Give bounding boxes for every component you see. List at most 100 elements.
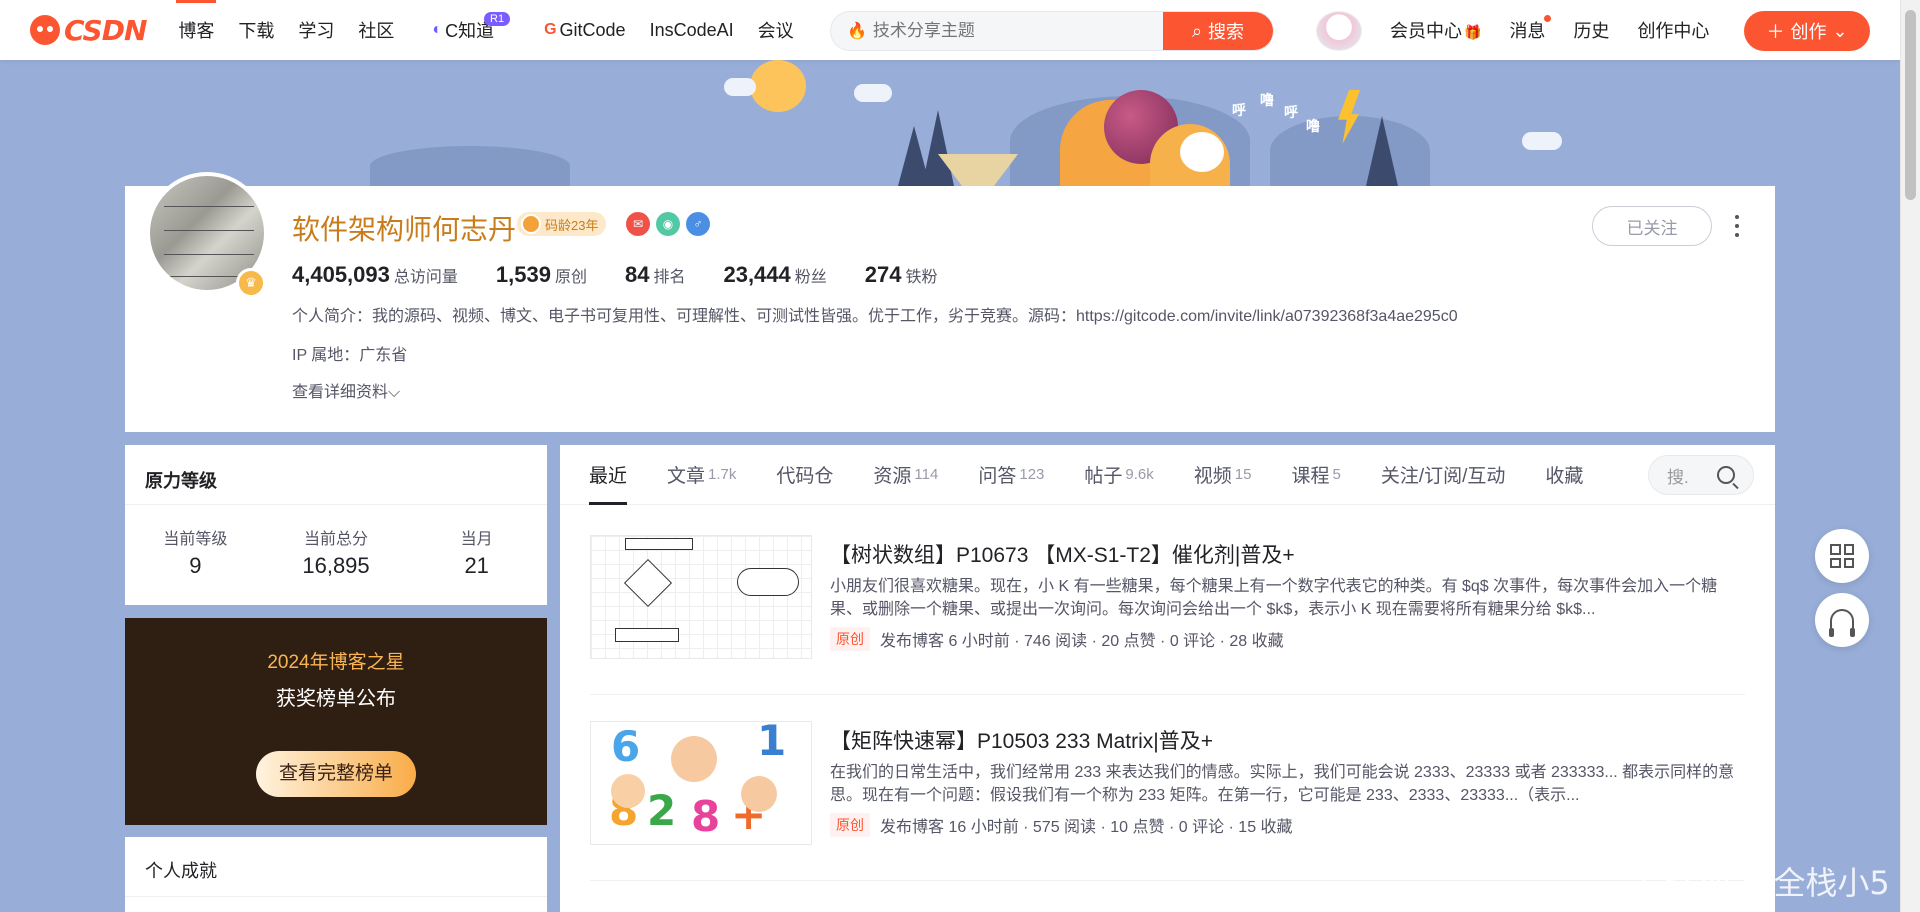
tab-posts[interactable]: 帖子 9.6k — [1084, 445, 1153, 505]
profile-stats: 4,405,093 总访问量 1,539 原创 84 排名 23,444 粉丝 … — [292, 262, 976, 288]
nav-item-download[interactable]: 下载 — [226, 0, 286, 60]
stat-visits-value: 4,405,093 — [292, 262, 390, 287]
qr-code-button[interactable] — [1815, 529, 1869, 583]
article-item[interactable]: 【树状数组】P10673 【MX-S1-T2】催化剂|普及+ 小朋友们很喜欢糖果… — [590, 535, 1745, 695]
nav-item-cknow[interactable]: ◐ C知道 R1 — [420, 0, 511, 60]
article-description: 在我们的日常生活中，我们经常用 233 来表达我们的情感。实际上，我们可能会说 … — [830, 764, 1735, 804]
view-details-link[interactable]: 查看详细资料⌵ — [292, 378, 400, 402]
blog-star-title: 2024年博客之星 — [267, 652, 405, 673]
cloud-shape — [724, 78, 756, 96]
tree-shape — [1366, 116, 1398, 186]
hill-shape — [370, 146, 570, 186]
sound-mark: 噜 — [1306, 118, 1320, 134]
stat-rank-label: 排名 — [653, 269, 686, 286]
creator-center-link[interactable]: 创作中心 — [1637, 17, 1709, 43]
logo-face-icon — [30, 15, 60, 45]
medal-blue-icon[interactable]: ♂ — [686, 212, 710, 236]
nav-item-meeting[interactable]: 会议 — [746, 0, 806, 60]
medal-red-icon[interactable]: ✉ — [626, 212, 650, 236]
create-button[interactable]: ＋创作 ⌄ — [1744, 11, 1870, 51]
stat-rank-value: 84 — [624, 262, 650, 287]
original-tag: 原创 — [830, 813, 870, 837]
code-age-icon — [521, 214, 541, 234]
cloud-shape — [854, 84, 892, 102]
flame-icon: 🔥 — [847, 23, 867, 40]
customer-service-button[interactable] — [1815, 593, 1869, 647]
csdn-logo[interactable]: CSDN — [30, 0, 147, 60]
tab-courses[interactable]: 课程 5 — [1291, 445, 1340, 505]
blog-star-subtitle: 获奖榜单公布 — [276, 688, 396, 710]
stat-iron-fans-value: 274 — [864, 262, 902, 287]
tab-resources[interactable]: 资源 114 — [873, 445, 938, 505]
stat-visits-label: 总访问量 — [393, 269, 458, 286]
profile-banner: 呼 噜 呼 噜 — [0, 60, 1900, 186]
nav-item-gitcode[interactable]: G GitCode — [532, 0, 638, 60]
original-tag: 原创 — [830, 627, 870, 651]
chevron-down-icon: ⌄ — [1832, 20, 1848, 41]
gift-icon: 🎁 — [1464, 24, 1482, 40]
watermark: CSDN @全栈小5 — [1640, 864, 1890, 902]
messages-link[interactable]: 消息 — [1509, 15, 1552, 43]
search-button[interactable]: ⌕ 搜索 — [1163, 12, 1273, 50]
scrollbar-thumb[interactable] — [1905, 10, 1916, 200]
view-full-list-button[interactable]: 查看完整榜单 — [256, 751, 416, 797]
tab-search-input[interactable]: 搜. — [1648, 455, 1754, 495]
cknow-icon: ◐ — [432, 21, 443, 38]
stat-original-label: 原创 — [554, 269, 587, 286]
nav-item-blog[interactable]: 博客 — [166, 0, 226, 60]
search-icon — [1717, 466, 1735, 484]
headset-icon — [1829, 609, 1855, 637]
article-title[interactable]: 【树状数组】P10673 【MX-S1-T2】催化剂|普及+ — [830, 539, 1295, 569]
user-avatar[interactable] — [1316, 11, 1362, 51]
sound-mark: 呼 — [1284, 104, 1298, 120]
sun-shape — [750, 60, 806, 112]
nav-item-learn[interactable]: 学习 — [286, 0, 346, 60]
r1-badge: R1 — [484, 12, 511, 26]
ip-location: IP 属地：广东省 — [292, 347, 408, 364]
nav-item-community[interactable]: 社区 — [346, 0, 406, 60]
tab-articles[interactable]: 文章 1.7k — [667, 445, 736, 505]
level-current: 当前等级 9 — [163, 531, 228, 578]
top-navbar: CSDN 博客 下载 学习 社区 ◐ C知道 R1 G GitCode InsC… — [0, 0, 1900, 60]
medal-green-icon[interactable]: ◉ — [656, 212, 680, 236]
profile-intro: 个人简介：我的源码、视频、博文、电子书可复用性、可理解性、可测试性皆强。优于工作… — [292, 308, 1458, 325]
tab-recent[interactable]: 最近 — [589, 445, 628, 505]
sound-mark: 噜 — [1260, 92, 1274, 108]
content-tabs: 最近 文章 1.7k 代码仓 资源 114 问答 123 帖子 9.6k 视频 15 课程… — [560, 445, 1775, 505]
unread-dot — [1544, 15, 1552, 22]
page-scrollbar[interactable] — [1900, 0, 1920, 912]
tab-follow[interactable]: 关注/订阅/互动 — [1381, 445, 1506, 505]
stat-iron-fans-label: 铁粉 — [905, 269, 938, 286]
cloud-shape — [1522, 132, 1562, 150]
article-thumbnail-numbers[interactable]: 6 1 8 2 8 + — [590, 721, 812, 845]
content-panel: 最近 文章 1.7k 代码仓 资源 114 问答 123 帖子 9.6k 视频 15 课程… — [560, 445, 1775, 912]
article-item[interactable]: 6 1 8 2 8 + 【矩阵快速幂】P10503 233 Matrix|普及+… — [590, 721, 1745, 881]
search-input[interactable] — [872, 21, 1163, 41]
tab-qa[interactable]: 问答 123 — [978, 445, 1044, 505]
qr-code-icon — [1830, 544, 1854, 568]
followed-button[interactable]: 已关注 — [1592, 206, 1712, 246]
tab-code-repo[interactable]: 代码仓 — [776, 445, 833, 505]
vip-center-link[interactable]: 会员中心 🎁 — [1390, 17, 1481, 43]
force-level-card: 原力等级 当前等级 9 当前总分 16,895 当月 21 — [125, 445, 547, 605]
nav-item-inscodeai[interactable]: InsCodeAI — [638, 0, 746, 60]
article-title[interactable]: 【矩阵快速幂】P10503 233 Matrix|普及+ — [830, 725, 1213, 755]
tab-videos[interactable]: 视频 15 — [1194, 445, 1252, 505]
tab-favorites[interactable]: 收藏 — [1545, 445, 1583, 505]
level-month: 当月 21 — [460, 531, 493, 578]
stat-original-value: 1,539 — [495, 262, 551, 287]
article-meta: 原创 发布博客 16 小时前 · 575 阅读 · 10 点赞 · 0 评论 ·… — [830, 813, 1293, 837]
user-name: 软件架构师何志丹 — [292, 214, 517, 245]
user-links: 会员中心 🎁 消息 历史 创作中心 — [1390, 0, 1737, 60]
article-thumbnail-flowchart[interactable] — [590, 535, 812, 659]
achievement-card: 个人成就 — [125, 837, 547, 912]
force-level-title: 原力等级 — [125, 445, 547, 505]
stat-fans-value: 23,444 — [723, 262, 791, 287]
sound-mark: 呼 — [1232, 102, 1246, 118]
main-nav: 博客 下载 学习 社区 ◐ C知道 R1 G GitCode InsCodeAI… — [166, 0, 805, 60]
more-options-icon[interactable] — [1730, 212, 1744, 240]
gitcode-icon: G — [544, 21, 557, 38]
history-link[interactable]: 历史 — [1573, 17, 1609, 43]
tree-shape — [922, 110, 954, 186]
chevron-down-icon: ⌵ — [388, 384, 401, 401]
